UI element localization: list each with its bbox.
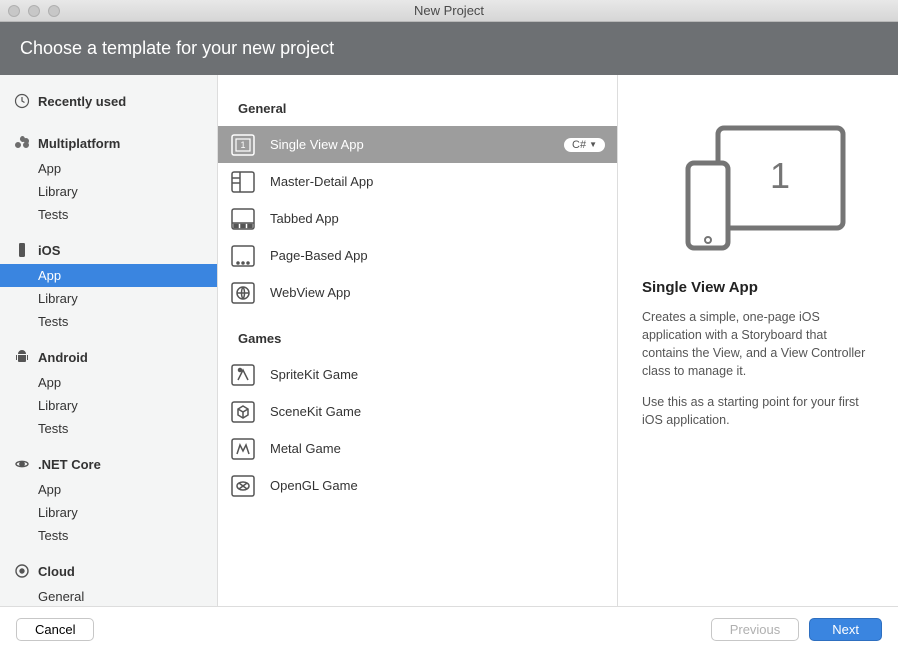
chevron-down-icon: ▼ bbox=[589, 140, 597, 149]
multiplatform-icon bbox=[14, 135, 30, 151]
cancel-button[interactable]: Cancel bbox=[16, 618, 94, 641]
sidebar-category-label: Android bbox=[38, 350, 88, 365]
single-view-icon: 1 bbox=[230, 132, 256, 158]
titlebar: New Project bbox=[0, 0, 898, 22]
clock-icon bbox=[14, 93, 30, 109]
template-metal-game[interactable]: Metal Game bbox=[218, 430, 617, 467]
sidebar-recently-used[interactable]: Recently used bbox=[0, 87, 217, 115]
window-title: New Project bbox=[414, 3, 484, 18]
detail-description-2: Use this as a starting point for your fi… bbox=[642, 393, 874, 429]
next-button[interactable]: Next bbox=[809, 618, 882, 641]
sidebar-item-android-library[interactable]: Library bbox=[0, 394, 217, 417]
traffic-lights bbox=[8, 5, 60, 17]
scenekit-icon bbox=[230, 399, 256, 425]
footer: Cancel Previous Next bbox=[0, 606, 898, 652]
template-label: Single View App bbox=[270, 137, 550, 152]
template-label: Master-Detail App bbox=[270, 174, 605, 189]
detail-pane: 1 Single View App Creates a simple, one-… bbox=[618, 75, 898, 606]
sidebar-category-label: Cloud bbox=[38, 564, 75, 579]
template-label: SpriteKit Game bbox=[270, 367, 605, 382]
sidebar-item-multiplatform-tests[interactable]: Tests bbox=[0, 203, 217, 226]
spritekit-icon bbox=[230, 362, 256, 388]
sidebar-item-dotnet-app[interactable]: App bbox=[0, 478, 217, 501]
opengl-icon bbox=[230, 473, 256, 499]
header-title: Choose a template for your new project bbox=[20, 38, 334, 58]
sidebar-item-ios-library[interactable]: Library bbox=[0, 287, 217, 310]
template-opengl-game[interactable]: OpenGL Game bbox=[218, 467, 617, 504]
template-webview-app[interactable]: WebView App bbox=[218, 274, 617, 311]
sidebar-category-label: Multiplatform bbox=[38, 136, 120, 151]
sidebar-item-cloud-general[interactable]: General bbox=[0, 585, 217, 606]
android-icon bbox=[14, 349, 30, 365]
template-label: WebView App bbox=[270, 285, 605, 300]
template-page-based-app[interactable]: Page-Based App bbox=[218, 237, 617, 274]
maximize-window-icon[interactable] bbox=[48, 5, 60, 17]
close-window-icon[interactable] bbox=[8, 5, 20, 17]
sidebar-category-label: .NET Core bbox=[38, 457, 101, 472]
sidebar-category-dotnet[interactable]: .NET Core bbox=[0, 450, 217, 478]
section-title-games: Games bbox=[218, 325, 617, 356]
sidebar-item-dotnet-library[interactable]: Library bbox=[0, 501, 217, 524]
minimize-window-icon[interactable] bbox=[28, 5, 40, 17]
sidebar-item-android-app[interactable]: App bbox=[0, 371, 217, 394]
sidebar-category-android[interactable]: Android bbox=[0, 343, 217, 371]
template-single-view-app[interactable]: 1 Single View App C# ▼ bbox=[218, 126, 617, 163]
metal-icon bbox=[230, 436, 256, 462]
detail-title: Single View App bbox=[642, 279, 874, 296]
sidebar-item-multiplatform-library[interactable]: Library bbox=[0, 180, 217, 203]
sidebar-category-label: iOS bbox=[38, 243, 60, 258]
detail-illustration: 1 bbox=[642, 103, 874, 253]
sidebar-item-ios-tests[interactable]: Tests bbox=[0, 310, 217, 333]
sidebar-item-android-tests[interactable]: Tests bbox=[0, 417, 217, 440]
sidebar-item-multiplatform-app[interactable]: App bbox=[0, 157, 217, 180]
illustration-number: 1 bbox=[770, 155, 790, 196]
webview-icon bbox=[230, 280, 256, 306]
template-master-detail-app[interactable]: Master-Detail App bbox=[218, 163, 617, 200]
template-list: General 1 Single View App C# ▼ Master-De… bbox=[218, 75, 618, 606]
template-label: SceneKit Game bbox=[270, 404, 605, 419]
template-tabbed-app[interactable]: Tabbed App bbox=[218, 200, 617, 237]
template-label: OpenGL Game bbox=[270, 478, 605, 493]
page-based-icon bbox=[230, 243, 256, 269]
previous-button: Previous bbox=[711, 618, 800, 641]
template-spritekit-game[interactable]: SpriteKit Game bbox=[218, 356, 617, 393]
sidebar-item-dotnet-tests[interactable]: Tests bbox=[0, 524, 217, 547]
sidebar-category-cloud[interactable]: Cloud bbox=[0, 557, 217, 585]
sidebar-category-ios[interactable]: iOS bbox=[0, 236, 217, 264]
dotnet-icon bbox=[14, 456, 30, 472]
sidebar: Recently used Multiplatform App Library … bbox=[0, 75, 218, 606]
template-label: Page-Based App bbox=[270, 248, 605, 263]
sidebar-recently-used-label: Recently used bbox=[38, 94, 126, 109]
sidebar-category-multiplatform[interactable]: Multiplatform bbox=[0, 129, 217, 157]
template-label: Tabbed App bbox=[270, 211, 605, 226]
tabbed-icon bbox=[230, 206, 256, 232]
section-title-general: General bbox=[218, 95, 617, 126]
page-header: Choose a template for your new project bbox=[0, 22, 898, 75]
detail-description-1: Creates a simple, one-page iOS applicati… bbox=[642, 308, 874, 381]
template-scenekit-game[interactable]: SceneKit Game bbox=[218, 393, 617, 430]
language-selector[interactable]: C# ▼ bbox=[564, 138, 605, 152]
cloud-icon bbox=[14, 563, 30, 579]
svg-text:1: 1 bbox=[240, 140, 245, 150]
ios-icon bbox=[14, 242, 30, 258]
template-label: Metal Game bbox=[270, 441, 605, 456]
master-detail-icon bbox=[230, 169, 256, 195]
sidebar-item-ios-app[interactable]: App bbox=[0, 264, 217, 287]
language-label: C# bbox=[572, 139, 586, 151]
